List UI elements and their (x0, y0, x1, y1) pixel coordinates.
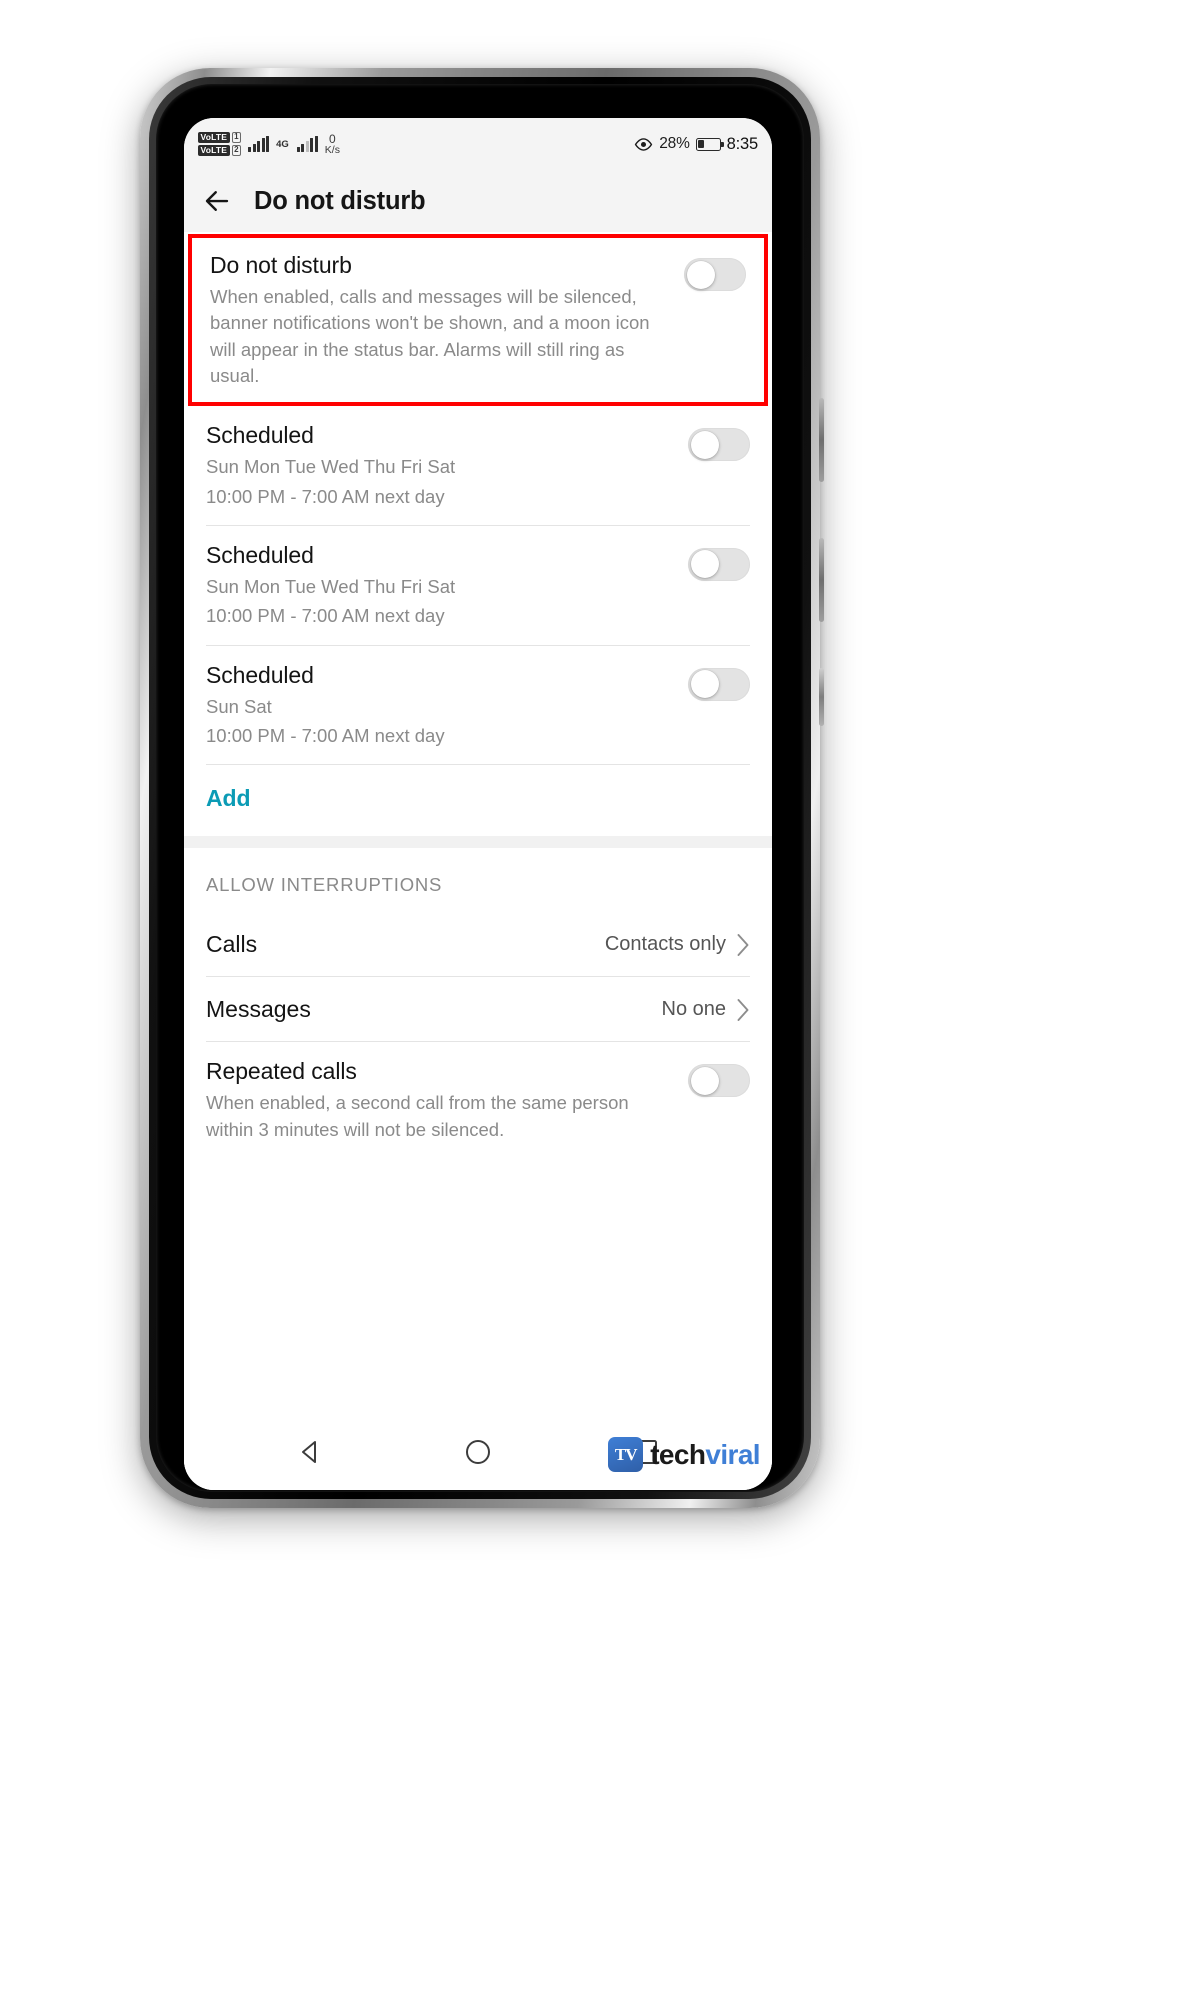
data-rate-value: 0 (329, 131, 336, 146)
schedule-text-block: Scheduled Sun Mon Tue Wed Thu Fri Sat 10… (206, 422, 674, 510)
messages-setting-row[interactable]: Messages No one (184, 977, 772, 1041)
phone-bezel: VoLTE 1 VoLTE 2 4G 0 K/s 28% 8:35 Do not… (149, 77, 811, 1499)
schedule-row[interactable]: Scheduled Sun Mon Tue Wed Thu Fri Sat 10… (206, 406, 750, 525)
schedule-row[interactable]: Scheduled Sun Mon Tue Wed Thu Fri Sat 10… (206, 526, 750, 645)
schedule-time-range: 10:00 PM - 7:00 AM next day (206, 605, 445, 627)
messages-value-group: No one (662, 998, 751, 1021)
volume-down-button[interactable] (819, 538, 824, 622)
schedule-row[interactable]: Scheduled Sun Sat 10:00 PM - 7:00 AM nex… (206, 646, 750, 765)
volte-badge-icon: VoLTE (198, 132, 230, 143)
schedule-time-range: 10:00 PM - 7:00 AM next day (206, 485, 445, 507)
allow-interruptions-header: ALLOW INTERRUPTIONS (206, 874, 443, 896)
schedule-time-range: 10:00 PM - 7:00 AM next day (206, 724, 445, 746)
chevron-right-icon (737, 933, 749, 956)
repeated-calls-row[interactable]: Repeated calls When enabled, a second ca… (206, 1042, 750, 1158)
schedule-toggle[interactable] (688, 667, 750, 701)
section-separator (184, 836, 772, 849)
techviral-name-part1: tech (650, 1438, 706, 1470)
phone-inner-bezel: VoLTE 1 VoLTE 2 4G 0 K/s 28% 8:35 Do not… (156, 84, 804, 1492)
schedule-item-1[interactable]: Scheduled Sun Mon Tue Wed Thu Fri Sat 10… (184, 406, 772, 525)
app-bar: Do not disturb (184, 170, 772, 232)
techviral-name-part2: viral (705, 1438, 760, 1470)
calls-setting-row[interactable]: Calls Contacts only (184, 912, 772, 976)
volte-indicators: VoLTE 1 VoLTE 2 (198, 132, 242, 156)
data-rate-indicator: 0 K/s (325, 133, 340, 156)
volte-badge-icon: VoLTE (198, 145, 230, 156)
dnd-title: Do not disturb (210, 252, 352, 278)
status-bar: VoLTE 1 VoLTE 2 4G 0 K/s 28% 8:35 (184, 118, 772, 170)
techviral-logo-icon: TV (608, 1437, 644, 1472)
sim1-indicator: 1 (231, 132, 242, 143)
schedule-item-3[interactable]: Scheduled Sun Sat 10:00 PM - 7:00 AM nex… (184, 645, 772, 765)
repeated-calls-text-block: Repeated calls When enabled, a second ca… (206, 1058, 674, 1143)
repeated-calls-description: When enabled, a second call from the sam… (206, 1092, 629, 1140)
back-arrow-icon[interactable] (202, 186, 232, 216)
signal-strength-icon (248, 136, 270, 152)
schedule-item-2[interactable]: Scheduled Sun Mon Tue Wed Thu Fri Sat 10… (184, 525, 772, 645)
volte-sim1: VoLTE 1 (198, 132, 242, 143)
calls-value-group: Contacts only (605, 933, 750, 956)
page-title: Do not disturb (254, 186, 426, 215)
dnd-description: When enabled, calls and messages will be… (210, 286, 650, 386)
volte-sim2: VoLTE 2 (198, 145, 242, 156)
messages-label: Messages (206, 996, 311, 1023)
techviral-watermark: TV techviral (608, 1437, 761, 1472)
phone-screen: VoLTE 1 VoLTE 2 4G 0 K/s 28% 8:35 Do not… (184, 118, 772, 1490)
messages-value: No one (661, 998, 727, 1021)
dnd-highlight-box: Do not disturb When enabled, calls and m… (188, 234, 768, 407)
repeated-calls-label: Repeated calls (206, 1058, 357, 1085)
chevron-right-icon (737, 998, 749, 1021)
status-bar-left: VoLTE 1 VoLTE 2 4G 0 K/s (198, 132, 340, 156)
schedule-title: Scheduled (206, 661, 314, 688)
screenshot-stage: VoLTE 1 VoLTE 2 4G 0 K/s 28% 8:35 Do not… (0, 0, 1203, 1996)
schedule-text-block: Scheduled Sun Mon Tue Wed Thu Fri Sat 10… (206, 542, 674, 630)
dnd-main-row[interactable]: Do not disturb When enabled, calls and m… (210, 238, 746, 402)
network-type-label: 4G (276, 138, 289, 150)
repeated-calls-toggle-knob (690, 1066, 719, 1095)
dnd-toggle-knob (686, 260, 715, 289)
schedule-text-block: Scheduled Sun Sat 10:00 PM - 7:00 AM nex… (206, 662, 674, 750)
nav-back-icon[interactable] (294, 1435, 328, 1469)
phone-device-frame: VoLTE 1 VoLTE 2 4G 0 K/s 28% 8:35 Do not… (140, 68, 824, 1508)
dnd-toggle[interactable] (684, 258, 746, 291)
schedule-days: Sun Sat (206, 695, 272, 717)
schedule-days: Sun Mon Tue Wed Thu Fri Sat (206, 456, 456, 478)
android-navigation-bar: TV techviral (184, 1412, 772, 1490)
schedule-days: Sun Mon Tue Wed Thu Fri Sat (206, 575, 456, 597)
techviral-wordmark: techviral (650, 1439, 760, 1471)
schedule-toggle[interactable] (688, 547, 750, 581)
dnd-text-block: Do not disturb When enabled, calls and m… (210, 252, 670, 389)
schedule-toggle-knob (690, 430, 719, 459)
battery-percentage: 28% (659, 135, 690, 152)
status-bar-right: 28% 8:35 (634, 135, 758, 154)
volume-up-button[interactable] (819, 398, 824, 482)
schedule-toggle[interactable] (688, 428, 750, 462)
nav-home-icon[interactable] (461, 1435, 495, 1469)
eye-comfort-icon (634, 137, 653, 151)
repeated-calls-item[interactable]: Repeated calls When enabled, a second ca… (184, 1042, 772, 1158)
schedule-title: Scheduled (206, 541, 314, 568)
calls-label: Calls (206, 931, 258, 958)
schedule-title: Scheduled (206, 422, 314, 449)
settings-content: Do not disturb When enabled, calls and m… (184, 234, 772, 1490)
add-schedule-button[interactable]: Add (184, 765, 772, 836)
schedule-toggle-knob (690, 550, 719, 579)
power-button[interactable] (819, 668, 824, 726)
battery-icon (695, 137, 724, 151)
repeated-calls-toggle[interactable] (688, 1064, 750, 1098)
calls-value: Contacts only (604, 933, 726, 956)
sim2-indicator: 2 (231, 145, 242, 156)
data-rate-unit: K/s (324, 143, 340, 156)
status-bar-clock: 8:35 (726, 134, 759, 153)
signal-strength-secondary-icon (296, 136, 318, 152)
schedule-toggle-knob (690, 670, 719, 698)
